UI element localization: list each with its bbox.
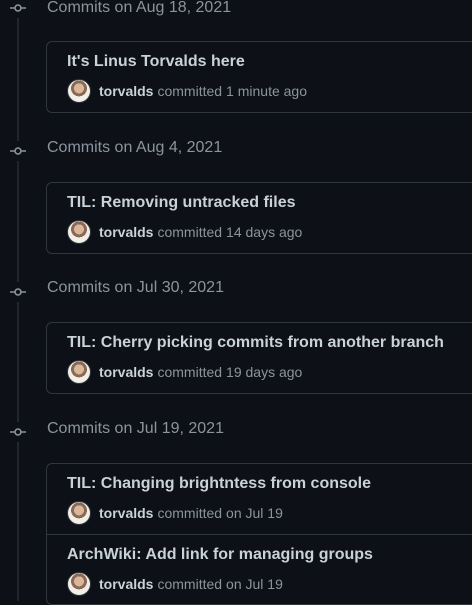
commit-time[interactable]: on Jul 19 [226,576,283,592]
author-link[interactable]: torvalds [99,83,153,99]
commit-item: TIL: Changing brightntess from console t… [47,464,472,534]
commit-title-link[interactable]: TIL: Removing untracked files [67,194,295,212]
commit-verb: committed [157,576,223,592]
commit-meta: torvalds committed on Jul 19 [67,501,283,525]
author-link[interactable]: torvalds [99,505,153,521]
commit-list-box: TIL: Changing brightntess from console t… [46,463,472,605]
author-link[interactable]: torvalds [99,224,153,240]
commit-verb: committed [157,505,223,521]
commit-item: TIL: Cherry picking commits from another… [47,323,472,393]
author-link[interactable]: torvalds [99,576,153,592]
commit-item: ArchWiki: Add link for managing groups t… [47,534,472,604]
group-date-heading: Commits on Jul 19, 2021 [47,420,224,437]
commit-list-box: TIL: Cherry picking commits from another… [46,322,472,394]
commit-meta: torvalds committed 14 days ago [67,220,302,244]
git-commit-icon [8,422,28,442]
commit-meta: torvalds committed 19 days ago [67,360,302,384]
commit-title-link[interactable]: TIL: Cherry picking commits from another… [67,334,444,352]
commit-meta: torvalds committed on Jul 19 [67,572,283,596]
group-date-heading: Commits on Jul 30, 2021 [47,279,224,296]
commit-list-box: It's Linus Torvalds here torvalds commit… [46,41,472,113]
commit-title-link[interactable]: ArchWiki: Add link for managing groups [67,546,373,564]
commit-list-box: TIL: Removing untracked files torvalds c… [46,182,472,254]
commit-time[interactable]: 19 days ago [226,364,302,380]
group-date-heading: Commits on Aug 18, 2021 [47,0,232,16]
avatar[interactable] [67,220,91,244]
commit-title-link[interactable]: It's Linus Torvalds here [67,53,245,71]
commit-verb: committed [157,83,223,99]
commit-item: TIL: Removing untracked files torvalds c… [47,183,472,253]
author-link[interactable]: torvalds [99,364,153,380]
avatar[interactable] [67,79,91,103]
avatar[interactable] [67,572,91,596]
commit-verb: committed [157,224,223,240]
git-commit-icon [8,282,28,302]
commit-title-link[interactable]: TIL: Changing brightntess from console [67,475,371,493]
commit-time[interactable]: on Jul 19 [226,505,283,521]
git-commit-icon [8,141,28,161]
avatar[interactable] [67,501,91,525]
commit-meta: torvalds committed 1 minute ago [67,79,307,103]
git-commit-icon [8,0,28,18]
avatar[interactable] [67,360,91,384]
commit-time[interactable]: 14 days ago [226,224,302,240]
commit-item: It's Linus Torvalds here torvalds commit… [47,42,472,112]
commit-verb: committed [157,364,223,380]
commit-time[interactable]: 1 minute ago [226,83,307,99]
group-date-heading: Commits on Aug 4, 2021 [47,139,223,156]
